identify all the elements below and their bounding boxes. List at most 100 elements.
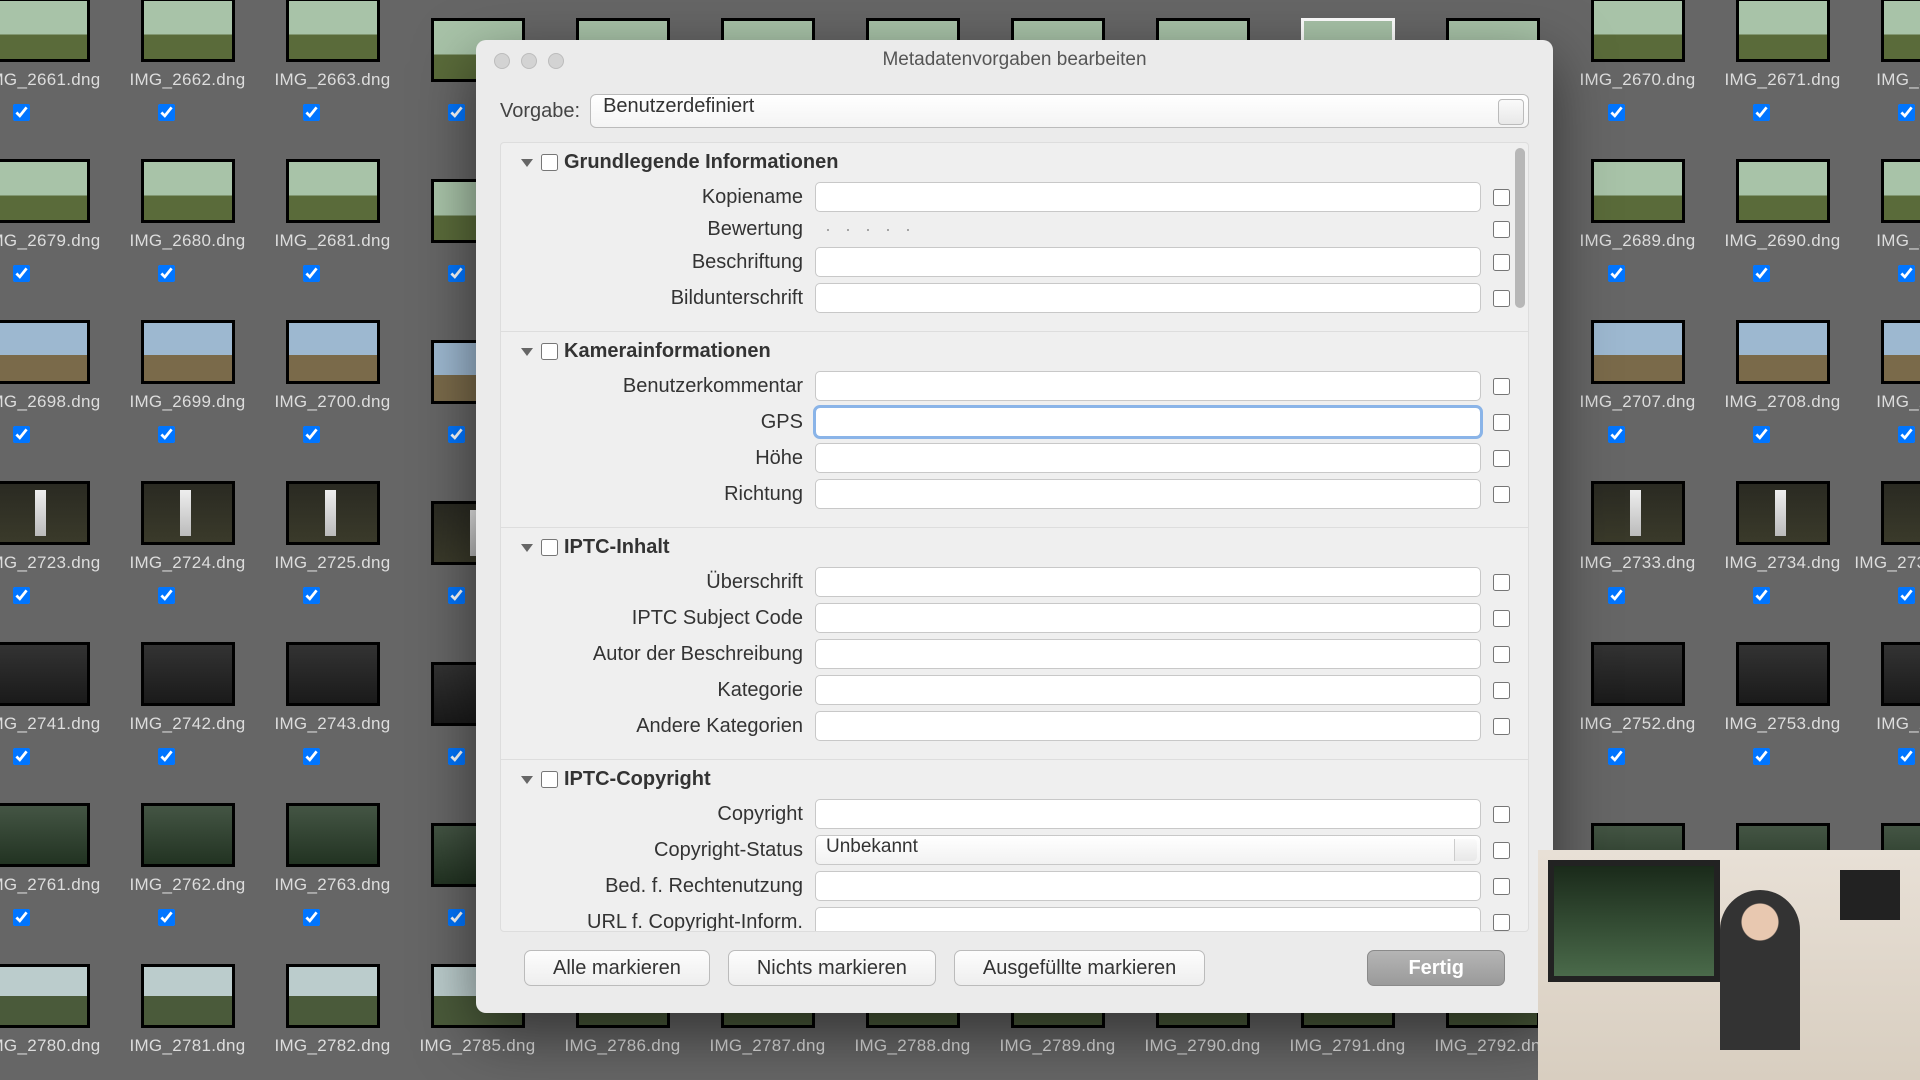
- thumbnail-cell[interactable]: IMG_2689.dng: [1565, 94, 1710, 255]
- field-input[interactable]: [815, 247, 1481, 277]
- thumbnail-checkbox[interactable]: [1753, 265, 1770, 282]
- thumbnail-checkbox[interactable]: [303, 587, 320, 604]
- thumbnail-cell[interactable]: IMG_2690.dng: [1710, 94, 1855, 255]
- thumbnail-image[interactable]: [286, 320, 380, 384]
- thumbnail-cell[interactable]: IMG_2762.dng: [115, 738, 260, 899]
- thumbnail-checkbox[interactable]: [1608, 748, 1625, 765]
- thumbnail-image[interactable]: [141, 642, 235, 706]
- select-all-button[interactable]: Alle markieren: [524, 950, 710, 986]
- field-enable-checkbox[interactable]: [1493, 450, 1510, 467]
- thumbnail-cell[interactable]: IMG_2680.dng: [115, 94, 260, 255]
- section-header[interactable]: IPTC-Copyright: [523, 768, 1510, 791]
- thumbnail-checkbox[interactable]: [158, 587, 175, 604]
- thumbnail-image[interactable]: [286, 803, 380, 867]
- thumbnail-cell[interactable]: IMG_2699.dng: [115, 255, 260, 416]
- dialog-titlebar[interactable]: Metadatenvorgaben bearbeiten: [476, 40, 1553, 80]
- field-enable-checkbox[interactable]: [1493, 189, 1510, 206]
- thumbnail-checkbox[interactable]: [1898, 104, 1915, 121]
- thumbnail-checkbox[interactable]: [448, 748, 465, 765]
- field-enable-checkbox[interactable]: [1493, 254, 1510, 271]
- thumbnail-cell[interactable]: IMG_2780.dng: [0, 899, 115, 1060]
- thumbnail-checkbox[interactable]: [1898, 748, 1915, 765]
- select-none-button[interactable]: Nichts markieren: [728, 950, 936, 986]
- thumbnail-image[interactable]: [286, 481, 380, 545]
- thumbnail-cell[interactable]: IMG_2681.dng: [260, 94, 405, 255]
- thumbnail-cell[interactable]: IMG_2724.dng: [115, 416, 260, 577]
- thumbnail-checkbox[interactable]: [1608, 587, 1625, 604]
- thumbnail-image[interactable]: [1736, 642, 1830, 706]
- disclosure-triangle-icon[interactable]: [521, 348, 533, 356]
- field-enable-checkbox[interactable]: [1493, 682, 1510, 699]
- thumbnail-cell[interactable]: IMG_2753.dng: [1710, 577, 1855, 738]
- thumbnail-checkbox[interactable]: [1753, 104, 1770, 121]
- thumbnail-image[interactable]: [141, 320, 235, 384]
- thumbnail-image[interactable]: [0, 964, 90, 1028]
- thumbnail-checkbox[interactable]: [1753, 587, 1770, 604]
- thumbnail-image[interactable]: [141, 159, 235, 223]
- field-input[interactable]: [815, 182, 1481, 212]
- scrollbar-thumb[interactable]: [1515, 148, 1525, 308]
- thumbnail-checkbox[interactable]: [1753, 426, 1770, 443]
- thumbnail-checkbox[interactable]: [303, 426, 320, 443]
- thumbnail-checkbox[interactable]: [303, 909, 320, 926]
- thumbnail-image[interactable]: [0, 320, 90, 384]
- thumbnail-checkbox[interactable]: [448, 265, 465, 282]
- field-enable-checkbox[interactable]: [1493, 574, 1510, 591]
- thumbnail-image[interactable]: [1736, 320, 1830, 384]
- thumbnail-cell[interactable]: IMG_2709.dr: [1855, 255, 1920, 416]
- field-enable-checkbox[interactable]: [1493, 414, 1510, 431]
- thumbnail-image[interactable]: [141, 964, 235, 1028]
- thumbnail-cell[interactable]: IMG_2781.dng: [115, 899, 260, 1060]
- thumbnail-image[interactable]: [0, 803, 90, 867]
- field-enable-checkbox[interactable]: [1493, 610, 1510, 627]
- thumbnail-image[interactable]: [0, 642, 90, 706]
- thumbnail-checkbox[interactable]: [13, 104, 30, 121]
- done-button[interactable]: Fertig: [1367, 950, 1505, 986]
- thumbnail-checkbox[interactable]: [448, 909, 465, 926]
- disclosure-triangle-icon[interactable]: [521, 776, 533, 784]
- thumbnail-checkbox[interactable]: [1753, 748, 1770, 765]
- thumbnail-checkbox[interactable]: [303, 104, 320, 121]
- thumbnail-cell[interactable]: IMG_2732-HDR.dr: [1855, 416, 1920, 577]
- section-header[interactable]: Grundlegende Informationen: [523, 151, 1510, 174]
- thumbnail-checkbox[interactable]: [1898, 587, 1915, 604]
- thumbnail-checkbox[interactable]: [1608, 104, 1625, 121]
- thumbnail-checkbox[interactable]: [13, 426, 30, 443]
- thumbnail-image[interactable]: [1591, 0, 1685, 62]
- minimize-icon[interactable]: [521, 53, 537, 69]
- thumbnail-cell[interactable]: IMG_2671.dng: [1710, 0, 1855, 94]
- thumbnail-image[interactable]: [141, 803, 235, 867]
- thumbnail-checkbox[interactable]: [158, 104, 175, 121]
- thumbnail-cell[interactable]: IMG_2725.dng: [260, 416, 405, 577]
- thumbnail-cell[interactable]: IMG_2763.dng: [260, 738, 405, 899]
- thumbnail-cell[interactable]: IMG_2672.dr: [1855, 0, 1920, 94]
- select-filled-button[interactable]: Ausgefüllte markieren: [954, 950, 1205, 986]
- thumbnail-image[interactable]: [1881, 642, 1920, 706]
- thumbnail-checkbox[interactable]: [1898, 426, 1915, 443]
- thumbnail-image[interactable]: [0, 159, 90, 223]
- close-icon[interactable]: [494, 53, 510, 69]
- section-header[interactable]: Kamerainformationen: [523, 340, 1510, 363]
- thumbnail-cell[interactable]: IMG_2742.dng: [115, 577, 260, 738]
- thumbnail-checkbox[interactable]: [303, 265, 320, 282]
- thumbnail-cell[interactable]: IMG_2741.dng: [0, 577, 115, 738]
- thumbnail-checkbox[interactable]: [158, 265, 175, 282]
- thumbnail-checkbox[interactable]: [13, 909, 30, 926]
- thumbnail-image[interactable]: [286, 964, 380, 1028]
- field-enable-checkbox[interactable]: [1493, 646, 1510, 663]
- disclosure-triangle-icon[interactable]: [521, 544, 533, 552]
- thumbnail-image[interactable]: [1881, 159, 1920, 223]
- field-input[interactable]: [815, 479, 1481, 509]
- thumbnail-checkbox[interactable]: [158, 909, 175, 926]
- thumbnail-checkbox[interactable]: [13, 265, 30, 282]
- thumbnail-cell[interactable]: IMG_2679.dng: [0, 94, 115, 255]
- thumbnail-cell[interactable]: IMG_2661.dng: [0, 0, 115, 94]
- field-input[interactable]: [815, 283, 1481, 313]
- field-input[interactable]: [815, 711, 1481, 741]
- thumbnail-image[interactable]: [1736, 0, 1830, 62]
- field-enable-checkbox[interactable]: [1493, 878, 1510, 895]
- field-enable-checkbox[interactable]: [1493, 486, 1510, 503]
- zoom-icon[interactable]: [548, 53, 564, 69]
- thumbnail-cell[interactable]: IMG_2723.dng: [0, 416, 115, 577]
- field-input[interactable]: [815, 871, 1481, 901]
